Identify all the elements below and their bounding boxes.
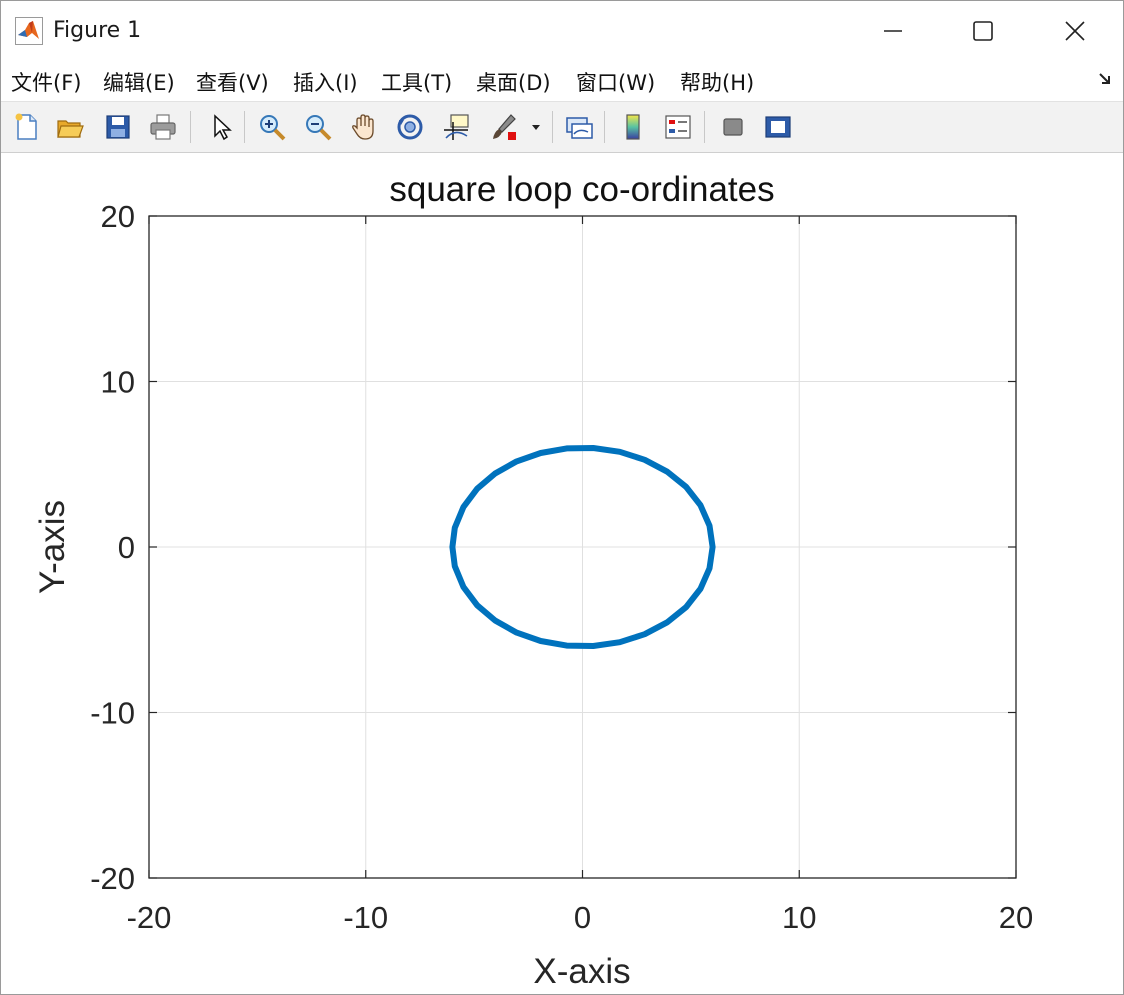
open-file-button[interactable]: [51, 108, 89, 146]
x-tick-labels: -20 -10 0 10 20: [127, 900, 1034, 935]
hide-plot-tools-icon: [723, 118, 743, 136]
x-tick-label: 0: [574, 900, 591, 935]
matlab-logo-icon: [15, 17, 43, 45]
menu-view[interactable]: 查看(V): [196, 67, 269, 97]
pointer-icon: [214, 114, 232, 141]
new-figure-icon: [15, 113, 37, 140]
y-tick-label: 0: [118, 530, 135, 565]
figure-window: Figure 1 文件(F) 编辑(E) 查看(V) 插入(I) 工具(T) 桌…: [0, 0, 1124, 995]
grid-lines: [148, 215, 1017, 879]
x-tick-label: -20: [127, 900, 172, 935]
menu-file[interactable]: 文件(F): [11, 67, 81, 97]
legend-button[interactable]: [659, 108, 697, 146]
save-icon: [106, 115, 130, 139]
menu-insert[interactable]: 插入(I): [293, 67, 358, 97]
new-figure-button[interactable]: [7, 108, 45, 146]
toolbar-separator: [704, 111, 705, 143]
open-file-icon: [57, 120, 84, 138]
title-bar[interactable]: Figure 1: [1, 1, 1123, 61]
minimize-button[interactable]: [847, 1, 939, 61]
toolbar-separator: [244, 111, 245, 143]
y-tick-label: -10: [90, 696, 135, 731]
print-icon: [150, 114, 176, 140]
colorbar-button[interactable]: [614, 108, 652, 146]
brush-dropdown-button[interactable]: [524, 108, 548, 146]
close-icon: [1065, 21, 1085, 41]
menu-edit[interactable]: 编辑(E): [103, 67, 175, 97]
dock-arrow-icon[interactable]: [1097, 71, 1113, 87]
maximize-button[interactable]: [937, 1, 1029, 61]
edit-plot-button[interactable]: [201, 108, 239, 146]
legend-icon: [665, 115, 691, 139]
colorbar-icon: [626, 114, 640, 140]
y-tick-labels: -20 -10 0 10 20: [90, 199, 135, 896]
data-cursor-button[interactable]: [437, 108, 475, 146]
toolbar-separator: [552, 111, 553, 143]
minimize-icon: [884, 30, 902, 32]
pan-icon: [352, 114, 374, 140]
figure-toolbar: [1, 102, 1123, 153]
link-plot-button[interactable]: [560, 108, 598, 146]
close-button[interactable]: [1029, 1, 1121, 61]
menu-tools[interactable]: 工具(T): [381, 67, 452, 97]
y-tick-label: 20: [101, 199, 135, 234]
save-button[interactable]: [99, 108, 137, 146]
x-tick-label: 20: [999, 900, 1033, 935]
chart-title: square loop co-ordinates: [389, 170, 774, 209]
link-plot-icon: [566, 117, 593, 139]
zoom-in-icon: [260, 115, 286, 141]
hide-plot-tools-button[interactable]: [714, 108, 752, 146]
show-plot-tools-button[interactable]: [759, 108, 797, 146]
figure-canvas[interactable]: square loop co-ordinates -20 -10 0 10 20 -20…: [1, 153, 1123, 994]
y-tick-label: -20: [90, 861, 135, 896]
zoom-out-icon: [306, 115, 332, 141]
rotate-3d-button[interactable]: [391, 108, 429, 146]
window-title: Figure 1: [53, 18, 142, 43]
menu-bar: 文件(F) 编辑(E) 查看(V) 插入(I) 工具(T) 桌面(D) 窗口(W…: [1, 61, 1123, 102]
y-tick-label: 10: [101, 365, 135, 400]
chevron-down-icon: [532, 125, 540, 130]
menu-desktop[interactable]: 桌面(D): [476, 67, 551, 97]
zoom-out-button[interactable]: [299, 108, 337, 146]
menu-help[interactable]: 帮助(H): [680, 67, 754, 97]
x-axis-label: X-axis: [533, 952, 630, 991]
print-button[interactable]: [144, 108, 182, 146]
toolbar-separator: [604, 111, 605, 143]
brush-button[interactable]: [485, 108, 523, 146]
pan-button[interactable]: [345, 108, 383, 146]
rotate-3d-icon: [397, 114, 423, 140]
brush-icon: [493, 114, 516, 140]
zoom-in-button[interactable]: [253, 108, 291, 146]
plot-axes[interactable]: square loop co-ordinates -20 -10 0 10 20 -20…: [1, 153, 1123, 994]
menu-window[interactable]: 窗口(W): [576, 67, 655, 97]
toolbar-separator: [190, 111, 191, 143]
show-plot-tools-icon: [765, 116, 791, 138]
data-cursor-icon: [444, 114, 469, 140]
x-tick-label: -10: [343, 900, 388, 935]
y-axis-label: Y-axis: [33, 500, 72, 594]
x-tick-label: 10: [782, 900, 816, 935]
maximize-icon: [973, 21, 993, 41]
